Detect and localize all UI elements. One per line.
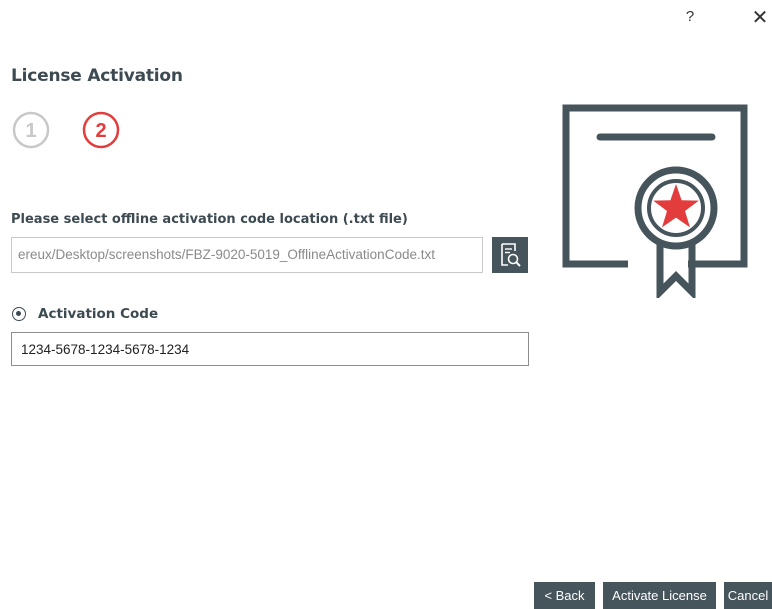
activation-code-radio[interactable] xyxy=(12,307,26,321)
step-1-number: 1 xyxy=(25,120,36,142)
browse-file-button[interactable] xyxy=(492,237,528,273)
step-1-circle-icon: 1 xyxy=(12,111,50,149)
page-title: License Activation xyxy=(11,66,183,86)
file-path-value: ereux/Desktop/screenshots/FBZ-9020-5019_… xyxy=(18,247,435,262)
activate-license-button[interactable]: Activate License xyxy=(603,582,716,609)
file-location-label: Please select offline activation code lo… xyxy=(11,212,408,227)
help-button[interactable]: ? xyxy=(678,4,702,30)
step-2-circle-icon: 2 xyxy=(82,111,120,149)
file-path-field[interactable]: ereux/Desktop/screenshots/FBZ-9020-5019_… xyxy=(11,237,483,273)
step-1-indicator: 1 xyxy=(12,111,50,149)
certificate-illustration xyxy=(562,104,748,302)
step-2-indicator: 2 xyxy=(82,111,120,149)
file-search-icon xyxy=(501,243,521,267)
back-button[interactable]: < Back xyxy=(534,582,595,609)
activation-code-option[interactable]: Activation Code xyxy=(12,306,158,322)
close-button[interactable]: ✕ xyxy=(748,4,772,30)
cancel-button[interactable]: Cancel xyxy=(724,582,772,609)
activation-code-label: Activation Code xyxy=(38,306,159,322)
certificate-icon xyxy=(562,104,748,301)
step-2-number: 2 xyxy=(95,120,106,142)
star-icon xyxy=(653,184,699,228)
activation-code-input[interactable] xyxy=(11,332,529,366)
